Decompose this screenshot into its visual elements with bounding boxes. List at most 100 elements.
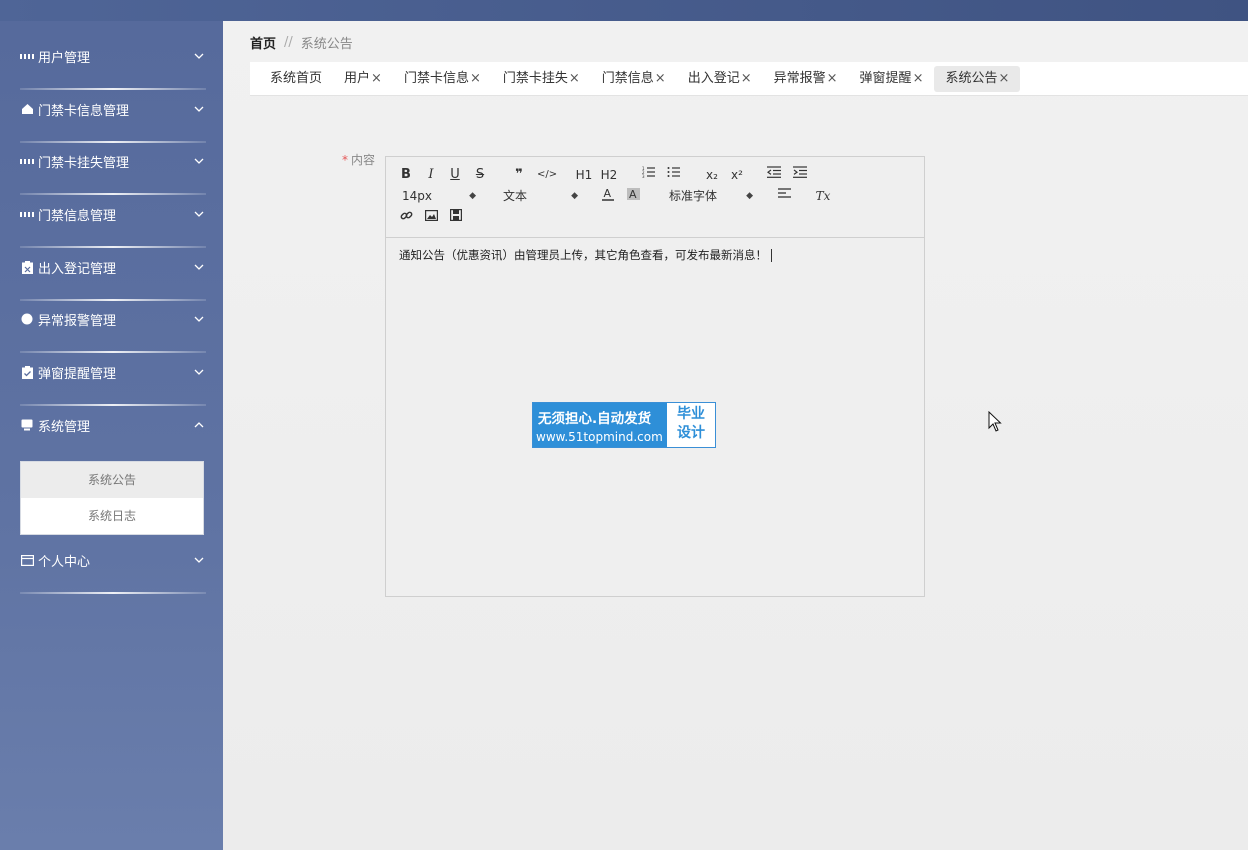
superscript-button[interactable]: x² bbox=[729, 166, 745, 184]
tab-label: 门禁信息 bbox=[601, 70, 654, 86]
svg-text:A: A bbox=[629, 188, 637, 201]
close-icon[interactable]: × bbox=[913, 66, 924, 92]
select-arrows-icon: ◆ bbox=[746, 191, 753, 201]
link-icon[interactable] bbox=[399, 209, 413, 227]
font-family-select[interactable]: 标准字体 ◆ bbox=[669, 187, 753, 205]
watermark-banner: 无须担心.自动发货 www.51topmind.com 毕业 设计 bbox=[532, 402, 716, 448]
editor-text: 通知公告（优惠资讯）由管理员上传，其它角色查看，可发布最新消息！ bbox=[399, 248, 767, 262]
clipboard-icon bbox=[20, 260, 34, 274]
breadcrumb: 首页 // 系统公告 bbox=[250, 33, 353, 52]
tab-home[interactable]: 系统首页 bbox=[259, 66, 333, 92]
sidebar-item-entry-log[interactable]: 出入登记管理 bbox=[20, 252, 206, 304]
editor-content[interactable]: 通知公告（优惠资讯）由管理员上传，其它角色查看，可发布最新消息！ bbox=[399, 247, 772, 263]
header1-button[interactable]: H1 bbox=[575, 166, 593, 184]
breadcrumb-current: 系统公告 bbox=[300, 37, 353, 52]
content-label: * 内容 bbox=[342, 151, 375, 168]
tab-popup[interactable]: 弹窗提醒 × bbox=[849, 66, 935, 92]
align-left-icon[interactable] bbox=[777, 187, 791, 205]
tab-announcement[interactable]: 系统公告 × bbox=[934, 65, 1021, 92]
select-arrows-icon: ◆ bbox=[469, 191, 476, 201]
rich-text-editor: B I U S ❞ </> H1 H2 123 x₂ x² 14px ◆ 文本 … bbox=[385, 156, 925, 597]
bold-button[interactable]: B bbox=[399, 166, 413, 184]
divider bbox=[20, 592, 206, 594]
grid-icon bbox=[20, 49, 34, 63]
code-block-button[interactable]: </> bbox=[537, 166, 557, 184]
tab-label: 门禁卡信息 bbox=[403, 70, 469, 86]
top-bar bbox=[0, 0, 1248, 21]
bullet-list-icon[interactable] bbox=[666, 166, 680, 184]
italic-button[interactable]: I bbox=[424, 166, 438, 184]
block-format-select[interactable]: 文本 ◆ bbox=[503, 187, 578, 205]
circle-icon bbox=[20, 312, 34, 326]
sidebar-item-user[interactable]: 用户管理 bbox=[20, 41, 206, 93]
submenu-item-system-log[interactable]: 系统日志 bbox=[21, 498, 203, 534]
divider bbox=[20, 88, 206, 90]
tab-label: 用户 bbox=[344, 70, 371, 86]
watermark-right: 毕业 设计 bbox=[668, 405, 714, 443]
sidebar-item-label: 门禁卡挂失管理 bbox=[38, 155, 130, 171]
close-icon[interactable]: × bbox=[827, 66, 838, 92]
tab-label: 出入登记 bbox=[687, 70, 740, 86]
tab-card-loss[interactable]: 门禁卡挂失 × bbox=[492, 66, 591, 92]
strike-button[interactable]: S bbox=[473, 166, 487, 184]
tab-alarm[interactable]: 异常报警 × bbox=[763, 66, 849, 92]
chevron-down-icon bbox=[192, 209, 206, 220]
header2-button[interactable]: H2 bbox=[600, 166, 618, 184]
tab-card-info[interactable]: 门禁卡信息 × bbox=[393, 66, 492, 92]
blockquote-button[interactable]: ❞ bbox=[512, 166, 526, 184]
tab-label: 系统公告 bbox=[945, 70, 998, 86]
submenu-item-announcement[interactable]: 系统公告 bbox=[21, 462, 203, 498]
background-color-icon[interactable]: A bbox=[626, 187, 640, 205]
underline-button[interactable]: U bbox=[448, 166, 462, 184]
divider bbox=[20, 246, 206, 248]
sidebar-item-popup[interactable]: 弹窗提醒管理 bbox=[20, 357, 206, 409]
tab-label: 门禁卡挂失 bbox=[502, 70, 568, 86]
outdent-icon[interactable] bbox=[766, 166, 781, 184]
close-icon[interactable]: × bbox=[998, 66, 1009, 92]
tab-label: 弹窗提醒 bbox=[859, 70, 912, 86]
sidebar-item-card-info[interactable]: 门禁卡信息管理 bbox=[20, 94, 206, 146]
monitor-icon bbox=[20, 418, 34, 432]
sidebar-item-access-info[interactable]: 门禁信息管理 bbox=[20, 199, 206, 251]
image-icon[interactable] bbox=[424, 209, 438, 227]
svg-text:A: A bbox=[604, 187, 612, 200]
editor-toolbar: B I U S ❞ </> H1 H2 123 x₂ x² 14px ◆ 文本 … bbox=[386, 157, 924, 238]
sidebar-item-system[interactable]: 系统管理 bbox=[20, 410, 206, 462]
watermark-line2: www.51topmind.com bbox=[536, 430, 663, 444]
sidebar-item-profile[interactable]: 个人中心 bbox=[20, 545, 206, 597]
sidebar: 用户管理 门禁卡信息管理 门禁卡挂失管理 门禁信息管理 出入登记管理 异常报警管… bbox=[0, 21, 223, 850]
font-size-select[interactable]: 14px ◆ bbox=[402, 187, 476, 205]
sidebar-item-label: 出入登记管理 bbox=[38, 261, 117, 277]
tab-entry-log[interactable]: 出入登记 × bbox=[677, 66, 763, 92]
clean-format-button[interactable]: Tx bbox=[815, 187, 831, 205]
subscript-button[interactable]: x₂ bbox=[704, 166, 720, 184]
sidebar-item-label: 弹窗提醒管理 bbox=[38, 366, 117, 382]
sidebar-item-label: 门禁卡信息管理 bbox=[38, 103, 130, 119]
select-arrows-icon: ◆ bbox=[571, 191, 578, 201]
tab-label: 异常报警 bbox=[773, 70, 826, 86]
breadcrumb-home[interactable]: 首页 bbox=[250, 33, 276, 52]
sidebar-item-alarm[interactable]: 异常报警管理 bbox=[20, 304, 206, 356]
home-icon bbox=[20, 102, 34, 116]
ordered-list-icon[interactable]: 123 bbox=[641, 166, 655, 184]
close-icon[interactable]: × bbox=[470, 66, 481, 92]
divider bbox=[20, 193, 206, 195]
required-mark: * bbox=[342, 153, 348, 167]
system-submenu: 系统公告 系统日志 bbox=[20, 461, 204, 535]
close-icon[interactable]: × bbox=[655, 66, 666, 92]
tab-user[interactable]: 用户 × bbox=[333, 66, 393, 92]
tab-access-info[interactable]: 门禁信息 × bbox=[591, 66, 677, 92]
block-format-value: 文本 bbox=[503, 189, 528, 203]
mouse-cursor-icon bbox=[988, 410, 1002, 433]
content-label-text: 内容 bbox=[351, 153, 376, 167]
close-icon[interactable]: × bbox=[569, 66, 580, 92]
close-icon[interactable]: × bbox=[371, 66, 382, 92]
close-icon[interactable]: × bbox=[741, 66, 752, 92]
video-icon[interactable] bbox=[449, 209, 463, 227]
indent-icon[interactable] bbox=[793, 166, 807, 184]
font-color-icon[interactable]: A bbox=[601, 187, 615, 205]
sidebar-item-card-loss[interactable]: 门禁卡挂失管理 bbox=[20, 146, 206, 198]
tab-bar: 系统首页 用户 × 门禁卡信息 × 门禁卡挂失 × 门禁信息 × 出入登记 × … bbox=[250, 62, 1248, 96]
font-size-value: 14px bbox=[402, 189, 432, 203]
chevron-down-icon bbox=[192, 104, 206, 115]
